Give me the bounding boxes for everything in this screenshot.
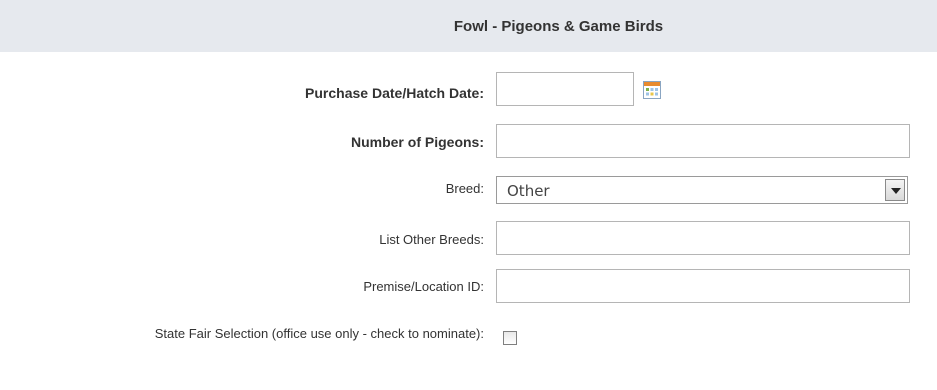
section-title: Fowl - Pigeons & Game Birds [453,17,664,35]
purchase-date-field[interactable] [496,72,634,106]
breed-label: Breed: [445,181,484,196]
other-breeds-label: List Other Breeds: [379,232,484,247]
premise-field[interactable] [496,269,910,303]
state-fair-label: State Fair Selection (office use only - … [154,326,484,341]
section-header: Fowl - Pigeons & Game Birds [0,0,937,52]
state-fair-checkbox[interactable] [503,331,517,345]
breed-select[interactable]: Other [496,176,908,204]
premise-label: Premise/Location ID: [363,279,484,294]
number-of-pigeons-label: Number of Pigeons: [350,134,484,150]
other-breeds-field[interactable] [496,221,910,255]
purchase-date-label: Purchase Date/Hatch Date: [305,85,484,101]
number-of-pigeons-field[interactable] [496,124,910,158]
calendar-icon[interactable] [643,81,661,99]
breed-selected-value: Other [507,182,550,200]
chevron-down-icon[interactable] [885,179,905,201]
